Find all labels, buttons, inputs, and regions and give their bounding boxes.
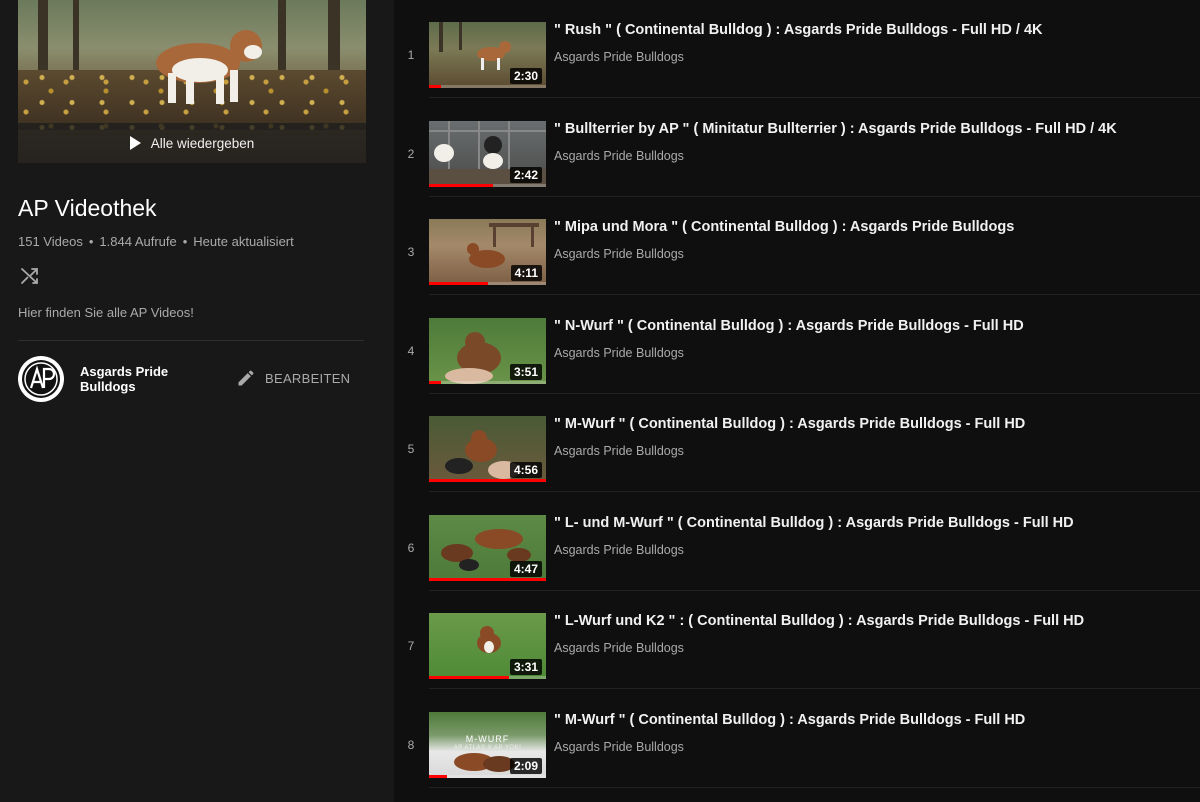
playlist-video-list: 1 2:30 " Rush " ( Continental Bulldog ) … bbox=[394, 0, 1200, 802]
play-all-button[interactable]: Alle wiedergeben bbox=[18, 123, 366, 163]
video-duration: 3:51 bbox=[509, 363, 542, 380]
video-title[interactable]: " L- und M-Wurf " ( Continental Bulldog … bbox=[554, 515, 1074, 531]
video-row[interactable]: 4 3:51 " N-Wurf " ( Continental Bulldog … bbox=[394, 296, 1200, 394]
watch-progress-bar bbox=[429, 774, 447, 778]
video-index: 2 bbox=[407, 146, 415, 161]
progress-track bbox=[429, 774, 546, 778]
video-title[interactable]: " L-Wurf und K2 " : ( Continental Bulldo… bbox=[554, 613, 1084, 629]
video-title[interactable]: " N-Wurf " ( Continental Bulldog ) : Asg… bbox=[554, 318, 1024, 334]
video-channel[interactable]: Asgards Pride Bulldogs bbox=[554, 641, 684, 655]
video-index: 5 bbox=[407, 442, 415, 456]
video-duration: 4:56 bbox=[509, 462, 542, 478]
video-row[interactable]: 6 4:47 " L- und M-Wurf " ( Continental B… bbox=[394, 493, 1200, 591]
watch-progress-bar bbox=[429, 183, 494, 187]
video-channel[interactable]: Asgards Pride Bulldogs bbox=[554, 149, 684, 163]
video-thumbnail[interactable]: 4:11 bbox=[429, 219, 546, 285]
watch-progress-bar bbox=[429, 380, 441, 384]
separator-dot: • bbox=[88, 234, 94, 249]
playlist-thumbnail[interactable]: Alle wiedergeben bbox=[18, 0, 366, 163]
owner-name-line2: Bulldogs bbox=[80, 379, 136, 394]
video-row[interactable]: 5 4:56 " M-Wurf " ( Continental Bulldog … bbox=[394, 394, 1200, 492]
shuffle-icon[interactable] bbox=[18, 264, 42, 288]
video-title[interactable]: " Mipa und Mora " ( Continental Bulldog … bbox=[554, 219, 1014, 235]
view-count: 1.844 Aufrufe bbox=[99, 234, 177, 249]
video-channel[interactable]: Asgards Pride Bulldogs bbox=[554, 444, 684, 458]
video-row[interactable]: 8 M-WURF AP ATLAS X AP YOKI 2:09 " M-Wur… bbox=[394, 690, 1200, 788]
watch-progress-bar bbox=[429, 479, 546, 482]
video-thumbnail[interactable]: 3:51 bbox=[429, 317, 546, 384]
video-thumbnail[interactable]: 4:56 bbox=[429, 416, 546, 482]
video-title[interactable]: " Rush " ( Continental Bulldog ) : Asgar… bbox=[554, 22, 1043, 38]
video-title[interactable]: " Bullterrier by AP " ( Minitatur Bullte… bbox=[554, 121, 1117, 137]
play-all-label: Alle wiedergeben bbox=[150, 135, 255, 151]
video-title[interactable]: " M-Wurf " ( Continental Bulldog ) : Asg… bbox=[554, 416, 1025, 432]
edit-label: BEARBEITEN bbox=[265, 370, 351, 386]
video-channel[interactable]: Asgards Pride Bulldogs bbox=[554, 247, 684, 261]
owner-name[interactable]: Asgards Pride Bulldogs bbox=[80, 364, 190, 394]
tree-decoration bbox=[73, 0, 79, 80]
video-thumbnail[interactable]: 4:47 bbox=[429, 514, 546, 581]
watch-progress-bar bbox=[429, 577, 546, 581]
video-duration: 4:47 bbox=[509, 560, 542, 577]
video-row[interactable]: 1 2:30 " Rush " ( Continental Bulldog ) … bbox=[394, 0, 1200, 98]
dog-illustration bbox=[156, 30, 262, 104]
video-row[interactable]: 3 4:11 " Mipa und Mora " ( Continental B… bbox=[394, 197, 1200, 295]
play-icon bbox=[129, 136, 141, 150]
edit-button[interactable]: BEARBEITEN bbox=[236, 368, 350, 388]
video-duration: 2:30 bbox=[509, 68, 542, 84]
video-channel[interactable]: Asgards Pride Bulldogs bbox=[554, 50, 684, 64]
watch-progress-bar bbox=[429, 85, 441, 88]
video-duration: 2:42 bbox=[509, 166, 542, 183]
tree-decoration bbox=[328, 0, 340, 80]
playlist-description: Hier finden Sie alle AP Videos! bbox=[18, 305, 194, 320]
playlist-sidebar: Alle wiedergeben AP Videothek 151 Videos… bbox=[0, 0, 394, 802]
separator-dot: • bbox=[182, 234, 188, 249]
tree-decoration bbox=[38, 0, 48, 80]
playlist-owner[interactable]: Asgards Pride Bulldogs bbox=[18, 356, 190, 402]
video-index: 3 bbox=[407, 245, 415, 259]
video-index: 6 bbox=[407, 540, 415, 555]
tree-decoration bbox=[278, 0, 286, 80]
video-row[interactable]: 2 2:42 " Bullterrier by AP " ( Minitatur… bbox=[394, 99, 1200, 197]
playlist-stats: 151 Videos • 1.844 Aufrufe • Heute aktua… bbox=[18, 234, 294, 249]
pencil-icon bbox=[238, 370, 254, 386]
video-index: 7 bbox=[407, 639, 415, 653]
updated-text: Heute aktualisiert bbox=[193, 234, 294, 249]
video-row[interactable]: 7 3:31 " L-Wurf und K2 " : ( Continental… bbox=[394, 591, 1200, 689]
video-title[interactable]: " M-Wurf " ( Continental Bulldog ) : Asg… bbox=[554, 712, 1025, 728]
video-thumbnail[interactable]: 2:30 bbox=[429, 22, 546, 88]
playlist-title: AP Videothek bbox=[18, 195, 157, 221]
owner-name-line1: Asgards Pride bbox=[80, 364, 169, 379]
progress-track bbox=[429, 380, 546, 384]
video-thumbnail[interactable]: 3:31 bbox=[429, 613, 546, 679]
divider bbox=[18, 340, 364, 341]
avatar[interactable] bbox=[18, 356, 64, 402]
video-thumbnail[interactable]: 2:42 bbox=[429, 120, 546, 187]
video-duration: 4:11 bbox=[510, 265, 542, 281]
thumbnail-overlay-title: M-WURF bbox=[465, 733, 510, 744]
video-channel[interactable]: Asgards Pride Bulldogs bbox=[554, 740, 684, 754]
progress-track bbox=[429, 85, 546, 88]
ap-logo-icon bbox=[22, 360, 60, 398]
watch-progress-bar bbox=[429, 676, 509, 679]
video-count: 151 Videos bbox=[18, 234, 83, 249]
video-channel[interactable]: Asgards Pride Bulldogs bbox=[554, 543, 684, 557]
video-thumbnail[interactable]: M-WURF AP ATLAS X AP YOKI 2:09 bbox=[429, 711, 546, 778]
watch-progress-bar bbox=[429, 282, 488, 285]
thumbnail-overlay-subtitle: AP ATLAS X AP YOKI bbox=[453, 744, 522, 751]
video-duration: 3:31 bbox=[509, 659, 542, 675]
video-index: 4 bbox=[407, 343, 415, 358]
video-channel[interactable]: Asgards Pride Bulldogs bbox=[554, 346, 684, 360]
video-index: 8 bbox=[407, 737, 415, 752]
video-duration: 2:09 bbox=[509, 757, 542, 774]
video-index: 1 bbox=[407, 48, 415, 62]
